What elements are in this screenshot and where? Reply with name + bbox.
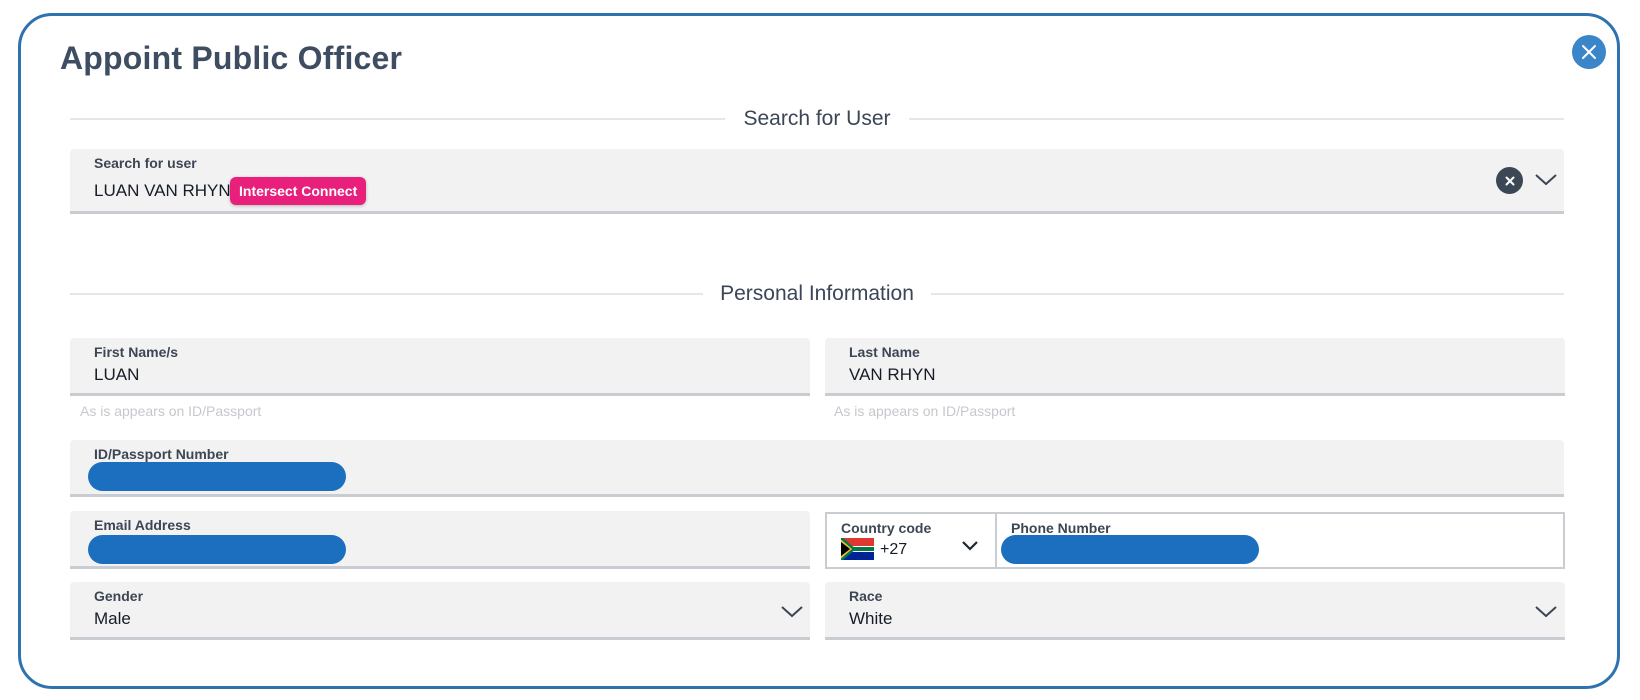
last-name-label: Last Name xyxy=(849,344,920,360)
race-label: Race xyxy=(849,588,883,604)
phone-number-label: Phone Number xyxy=(1011,520,1111,536)
gender-chevron-icon[interactable] xyxy=(780,605,804,619)
gender-label: Gender xyxy=(94,588,144,604)
first-name-field[interactable]: First Name/s LUAN xyxy=(70,338,810,396)
clear-icon xyxy=(1505,176,1514,185)
race-select[interactable]: Race White xyxy=(825,582,1565,640)
email-label: Email Address xyxy=(94,517,191,533)
country-code-select[interactable]: Country code +27 xyxy=(827,514,997,567)
modal-title: Appoint Public Officer xyxy=(60,40,403,76)
first-name-value: LUAN xyxy=(94,365,140,384)
gender-select[interactable]: Gender Male xyxy=(70,582,810,640)
user-search-value: LUAN VAN RHYN xyxy=(94,181,231,200)
chevron-down-icon[interactable] xyxy=(1534,173,1558,187)
last-name-hint: As is appears on ID/Passport xyxy=(834,403,1016,419)
user-search-label: Search for user xyxy=(94,155,197,171)
id-passport-redacted-value xyxy=(88,462,346,491)
south-africa-flag-icon xyxy=(841,538,874,560)
country-code-value: +27 xyxy=(880,541,908,558)
first-name-label: First Name/s xyxy=(94,344,179,360)
id-passport-label: ID/Passport Number xyxy=(94,446,229,462)
search-section-title: Search for User xyxy=(743,107,891,130)
intersect-connect-badge: Intersect Connect xyxy=(230,177,367,205)
last-name-value: VAN RHYN xyxy=(849,365,936,384)
close-icon xyxy=(1582,45,1596,59)
country-code-chevron-icon xyxy=(962,541,978,551)
first-name-hint: As is appears on ID/Passport xyxy=(80,403,262,419)
personal-section-divider: Personal Information xyxy=(70,282,1564,306)
race-value: White xyxy=(849,609,893,628)
search-section-divider: Search for User xyxy=(70,107,1564,131)
phone-number-redacted-value[interactable] xyxy=(1001,535,1259,564)
race-chevron-icon[interactable] xyxy=(1534,605,1558,619)
close-button[interactable] xyxy=(1572,35,1606,69)
personal-section-title: Personal Information xyxy=(720,282,914,305)
gender-value: Male xyxy=(94,609,131,628)
last-name-field[interactable]: Last Name VAN RHYN xyxy=(825,338,1565,396)
clear-search-button[interactable] xyxy=(1496,167,1523,194)
email-redacted-value xyxy=(88,535,346,564)
country-code-label: Country code xyxy=(841,520,932,536)
